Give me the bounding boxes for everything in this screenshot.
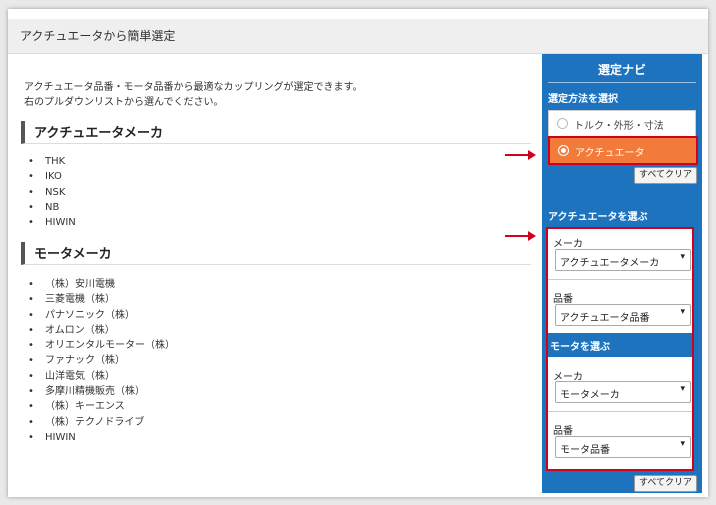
- actuator-maker-select[interactable]: アクチュエータメーカ ▾: [555, 249, 691, 271]
- method-option-actuator[interactable]: アクチュエータ: [548, 136, 698, 165]
- list-item[interactable]: HIWIN: [28, 430, 175, 445]
- intro-line-1: アクチュエータ品番・モータ品番から最適なカップリングが選定できます。: [24, 82, 363, 93]
- pointer-arrow-icon: [505, 231, 536, 241]
- list-item[interactable]: 三菱電機（株）: [28, 292, 175, 307]
- list-item[interactable]: NB: [28, 200, 76, 215]
- motor-maker-select-value: モータメーカ: [560, 390, 620, 401]
- page-title: アクチュエータから簡単選定: [20, 29, 176, 43]
- selection-nav-panel: 選定ナビ 選定方法を選択 トルク・外形・寸法 アクチュエータ すべてクリア アク…: [542, 54, 702, 493]
- chevron-down-icon: ▾: [680, 252, 685, 262]
- actuator-maker-heading-text: アクチュエータメーカ: [34, 126, 163, 141]
- chevron-down-icon: ▾: [680, 384, 685, 394]
- motor-maker-heading: モータメーカ: [21, 242, 531, 265]
- list-item[interactable]: （株）テクノドライブ: [28, 415, 175, 430]
- list-item[interactable]: NSK: [28, 185, 76, 200]
- select-group: メーカ アクチュエータメーカ ▾ 品番 アクチュエータ品番 ▾ モータを選ぶ メ…: [546, 227, 694, 471]
- list-item[interactable]: オリエンタルモーター（株）: [28, 338, 175, 353]
- motor-maker-list: （株）安川電機 三菱電機（株） パナソニック（株） オムロン（株） オリエンタル…: [28, 277, 175, 445]
- divider: [548, 279, 692, 280]
- motor-maker-heading-text: モータメーカ: [34, 247, 112, 262]
- actuator-part-label: 品番: [553, 294, 573, 305]
- list-item[interactable]: パナソニック（株）: [28, 308, 175, 323]
- chevron-down-icon: ▾: [680, 439, 685, 449]
- intro-line-2: 右のプルダウンリストから選んでください。: [24, 97, 224, 108]
- method-option-torque[interactable]: トルク・外形・寸法: [548, 110, 696, 137]
- list-item[interactable]: オムロン（株）: [28, 323, 175, 338]
- list-item[interactable]: ファナック（株）: [28, 353, 175, 368]
- motor-maker-select[interactable]: モータメーカ ▾: [555, 381, 691, 403]
- page-title-bar: アクチュエータから簡単選定: [8, 19, 708, 54]
- nav-title: 選定ナビ: [548, 58, 696, 83]
- chevron-down-icon: ▾: [680, 307, 685, 317]
- content-frame: アクチュエータから簡単選定 アクチュエータ品番・モータ品番から最適なカップリング…: [8, 9, 708, 497]
- method-option-label: トルク・外形・寸法: [574, 121, 664, 132]
- motor-part-select[interactable]: モータ品番 ▾: [555, 436, 691, 458]
- pointer-arrow-icon: [505, 150, 536, 160]
- list-item[interactable]: （株）安川電機: [28, 277, 175, 292]
- motor-select-heading-text: モータを選ぶ: [550, 342, 610, 353]
- actuator-maker-list: THK IKO NSK NB HIWIN: [28, 154, 76, 230]
- list-item[interactable]: HIWIN: [28, 215, 76, 230]
- motor-part-select-value: モータ品番: [560, 445, 610, 456]
- intro-text: アクチュエータ品番・モータ品番から最適なカップリングが選定できます。 右のプルダ…: [24, 80, 363, 110]
- list-item[interactable]: THK: [28, 154, 76, 169]
- method-option-label: アクチュエータ: [575, 148, 645, 159]
- clear-all-button[interactable]: すべてクリア: [634, 167, 698, 184]
- list-item[interactable]: IKO: [28, 169, 76, 184]
- radio-icon[interactable]: [557, 118, 568, 129]
- actuator-select-heading: アクチュエータを選ぶ: [548, 212, 648, 223]
- clear-all-button-bottom[interactable]: すべてクリア: [634, 475, 698, 492]
- method-heading: 選定方法を選択: [548, 94, 618, 105]
- list-item[interactable]: （株）キーエンス: [28, 399, 175, 414]
- motor-part-label: 品番: [553, 426, 573, 437]
- motor-select-heading: モータを選ぶ: [548, 333, 692, 357]
- radio-selected-icon[interactable]: [558, 145, 569, 156]
- actuator-part-select-value: アクチュエータ品番: [560, 313, 650, 324]
- actuator-part-select[interactable]: アクチュエータ品番 ▾: [555, 304, 691, 326]
- actuator-maker-select-value: アクチュエータメーカ: [560, 258, 660, 269]
- divider: [548, 411, 692, 412]
- actuator-maker-label: メーカ: [553, 239, 583, 250]
- list-item[interactable]: 多摩川精機販売（株）: [28, 384, 175, 399]
- list-item[interactable]: 山洋電気（株）: [28, 369, 175, 384]
- actuator-maker-heading: アクチュエータメーカ: [21, 121, 531, 144]
